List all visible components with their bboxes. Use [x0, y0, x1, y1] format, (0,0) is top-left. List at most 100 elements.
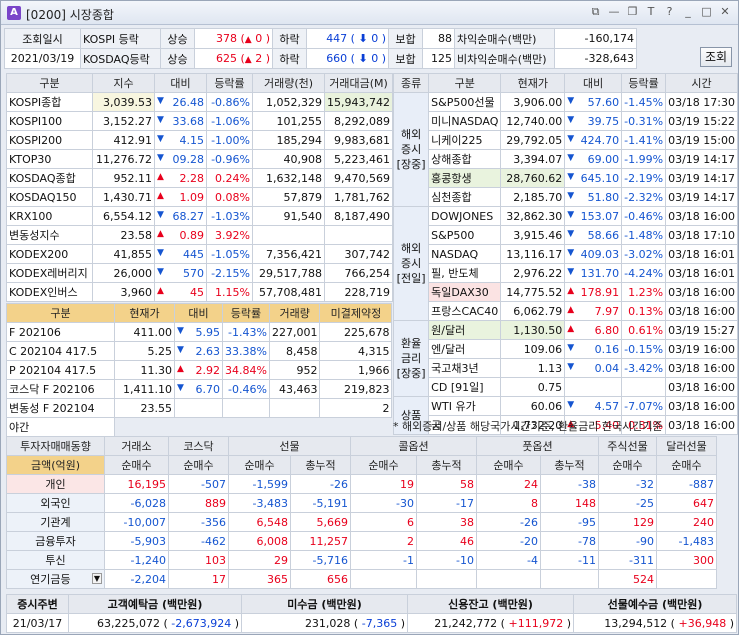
futures-row[interactable]: P 202104 417.5 11.30 ▲ 2.92 34.84% 952 1,966 — [6, 360, 393, 380]
world-value: 3,394.07 — [500, 149, 566, 169]
investor-row[interactable]: 금융투자 -5,903 -462 6,008 11,257 2 46 -20 -78 -90 -1,… — [6, 531, 717, 551]
world-time: 03/18 16:00 — [665, 282, 738, 302]
futures-table: 구분 현재가 대비 등락률 거래량 미결제약정 F 202106 411.00 ▼ 5.95 -1… — [6, 303, 393, 437]
investor-value: -11 — [540, 550, 599, 570]
world-name: 독일DAX30 — [428, 282, 502, 302]
world-name: 니케이225 — [428, 130, 502, 150]
index-row[interactable]: 변동성지수 23.58 ▲ 0.89 3.92% — [6, 225, 393, 245]
up-triangle-icon: ▲ — [177, 363, 184, 374]
world-row[interactable]: 필, 반도체 2,976.22 ▼ 131.70 -4.24% 03/18 16:01 — [394, 263, 738, 283]
world-row[interactable]: S&P500 3,915.46 ▼ 58.66 -1.48% 03/18 17:10 — [394, 225, 738, 245]
change-cell: ▼ 69.00 — [564, 149, 623, 169]
investor-value: -20 — [476, 531, 541, 551]
index-row[interactable]: KODEX인버스 3,960 ▲ 45 1.15% 57,708,481 228,719 — [6, 282, 393, 302]
dropdown-arrow-icon[interactable]: ▼ — [91, 573, 102, 584]
minimize-button[interactable]: _ — [681, 4, 695, 20]
funds-header-3: 신용잔고 (백만원) — [407, 594, 574, 614]
world-rate: -2.32% — [621, 187, 667, 207]
night-session-row[interactable]: 야간 — [6, 417, 392, 437]
world-row[interactable]: NASDAQ 13,116.17 ▼ 409.03 -3.02% 03/18 16:01 — [394, 244, 738, 264]
index-amount: 228,719 — [324, 282, 393, 302]
refresh-button[interactable]: 조회 — [700, 47, 732, 67]
investor-value: -3,483 — [228, 493, 291, 513]
help-icon[interactable]: ? — [663, 4, 677, 20]
index-row[interactable]: KODEX200 41,855 ▼ 445 -1.05% 7,356,421 307,742 — [6, 244, 393, 264]
investor-row[interactable]: 투신 -1,240 103 29 -5,716 -1 -10 -4 -11 -311 300 — [6, 550, 717, 570]
investor-value: -1,483 — [656, 531, 717, 551]
world-row[interactable]: 홍콩항생 28,760.62 ▼ 645.10 -2.19% 03/19 14:17 — [394, 168, 738, 188]
world-name: 필, 반도체 — [428, 263, 502, 283]
investor-row[interactable]: 외국인 -6,028 889 -3,483 -5,191 -30 -17 8 148 -25 647 — [6, 493, 717, 513]
futures-header-1: 현재가 — [114, 303, 175, 323]
investor-name[interactable]: 연기금등 ▼ — [6, 569, 105, 589]
world-row[interactable]: 상품 WTI 유가 60.06 ▼ 4.57 -7.07% 03/18 16:00 — [392, 396, 738, 435]
world-time: 03/18 16:00 — [665, 358, 738, 378]
world-row[interactable]: 니케이225 29,792.05 ▼ 424.70 -1.41% 03/19 15:00 — [394, 130, 738, 150]
world-row[interactable]: 환율금리[장중] 원/달러 1,130.50 ▲ 6.80 0.61% 03/19 15:2… — [392, 320, 738, 397]
investor-group-1: 코스닥 — [168, 436, 229, 456]
futures-row[interactable]: F 202106 411.00 ▼ 5.95 -1.43% 227,001 225,678 — [6, 322, 393, 342]
investor-row[interactable]: 개인 16,195 -507 -1,599 -26 19 58 24 -38 -32 -887 — [6, 474, 717, 494]
futures-header-0: 구분 — [6, 303, 115, 323]
investor-subheader-2: 순매수 — [228, 455, 291, 475]
index-row[interactable]: KOSPI100 3,152.27 ▼ 33.68 -1.06% 101,255 8,292… — [6, 111, 393, 131]
link-icon[interactable]: ⧉ — [589, 4, 603, 20]
index-volume: 57,879 — [252, 187, 325, 207]
investor-group-5: 주식선물 — [598, 436, 657, 456]
index-row[interactable]: KOSDAQ종합 952.11 ▲ 2.28 0.24% 1,632,148 9,470,5… — [6, 168, 393, 188]
world-row[interactable]: CD [91일] 0.75 03/18 16:00 — [394, 377, 738, 397]
world-row[interactable]: 심천종합 2,185.70 ▼ 51.80 -2.32% 03/19 14:17 — [394, 187, 738, 207]
investor-row[interactable]: 기관계 -10,007 -356 6,548 5,669 6 38 -26 -95 129 240 — [6, 512, 717, 532]
font-size-icon[interactable]: T — [644, 4, 658, 20]
investor-value: 5,669 — [290, 512, 351, 532]
index-name: KTOP30 — [6, 149, 93, 169]
down-triangle-icon: ▼ — [157, 247, 164, 258]
change-cell: ▼ 645.10 — [564, 168, 623, 188]
world-header-4: 등락률 — [621, 73, 667, 93]
change-cell: ▼ 445 — [154, 244, 207, 264]
investor-row[interactable]: 연기금등 ▼ -2,204 17 365 656 524 — [6, 569, 717, 589]
index-table: 구분 지수 대비 등락률 거래량(천) 거래대금(M) KOSPI종합 3,039.53 ▼ 2… — [6, 73, 393, 302]
index-value: 26,000 — [92, 263, 155, 283]
world-header-2: 현재가 — [500, 73, 566, 93]
world-row[interactable]: 독일DAX30 14,775.52 ▲ 178.91 1.23% 03/18 16:00 — [394, 282, 738, 302]
restore-icon[interactable]: ❐ — [626, 4, 640, 20]
index-row[interactable]: KOSPI종합 3,039.53 ▼ 26.48 -0.86% 1,052,329 15,9… — [6, 92, 393, 112]
change-cell: ▼ 68.27 — [154, 206, 207, 226]
futures-value: 23.55 — [114, 398, 175, 418]
futures-row[interactable]: 변동성 F 202104 23.55 2 — [6, 398, 393, 418]
down-triangle-icon: ▼ — [567, 171, 575, 182]
world-row[interactable]: 미니NASDAQ 12,740.00 ▼ 39.75 -0.31% 03/19 15:22 — [394, 111, 738, 131]
minimize-icon[interactable]: — — [607, 4, 621, 20]
index-row[interactable]: KODEX레버리지 26,000 ▼ 570 -2.15% 29,517,788 766,2… — [6, 263, 393, 283]
maximize-button[interactable]: □ — [700, 4, 714, 20]
index-rate: -1.05% — [206, 244, 253, 264]
investor-group-3: 콜옵션 — [350, 436, 477, 456]
futures-row[interactable]: C 202104 417.5 5.25 ▼ 2.63 33.38% 8,458 4,315 — [6, 341, 393, 361]
investor-value: 240 — [656, 512, 717, 532]
world-row[interactable]: 상해종합 3,394.07 ▼ 69.00 -1.99% 03/19 14:17 — [394, 149, 738, 169]
world-rate: -1.45% — [621, 92, 667, 112]
world-row[interactable]: 프랑스CAC40 6,062.79 ▲ 7.97 0.13% 03/18 16:00 — [394, 301, 738, 321]
world-row[interactable]: 해외증시[장중] S&P500선물 3,906.00 ▼ 57.60 -1.45% 03/1… — [392, 92, 738, 207]
kospi-rise: 378 (▲ 0 ) — [194, 28, 273, 49]
index-row[interactable]: KRX100 6,554.12 ▼ 68.27 -1.03% 91,540 8,187,49… — [6, 206, 393, 226]
change-cell: ▲ 2.92 — [174, 360, 223, 380]
world-row[interactable]: 국고채3년 1.13 ▼ 0.04 -3.42% 03/18 16:00 — [394, 358, 738, 378]
close-button[interactable]: ✕ — [718, 4, 732, 20]
world-time: 03/18 16:00 — [665, 377, 738, 397]
world-row[interactable]: 엔/달러 109.06 ▼ 0.16 -0.15% 03/19 16:00 — [394, 339, 738, 359]
investor-value: -507 — [168, 474, 229, 494]
query-date[interactable]: 2021/03/19 — [4, 48, 81, 69]
investor-value: -5,191 — [290, 493, 351, 513]
futures-row[interactable]: 코스닥 F 202106 1,411.10 ▼ 6.70 -0.46% 43,463 219… — [6, 379, 393, 399]
index-row[interactable]: KTOP30 11,276.72 ▼ 09.28 -0.96% 40,908 5,223,4… — [6, 149, 393, 169]
night-session-label[interactable]: 야간 — [6, 417, 115, 437]
index-value: 3,039.53 — [92, 92, 155, 112]
index-row[interactable]: KOSPI200 412.91 ▼ 4.15 -1.00% 185,294 9,983,68… — [6, 130, 393, 150]
change-cell: ▼ 39.75 — [564, 111, 623, 131]
index-row[interactable]: KOSDAQ150 1,430.71 ▲ 1.09 0.08% 57,879 1,781,7… — [6, 187, 393, 207]
futures-value: 5.25 — [114, 341, 175, 361]
world-row[interactable]: 해외증시[전일] DOWJONES 32,862.30 ▼ 153.07 -0.46% 03… — [392, 206, 738, 321]
investor-title: 투자자매매동향 — [6, 436, 105, 456]
